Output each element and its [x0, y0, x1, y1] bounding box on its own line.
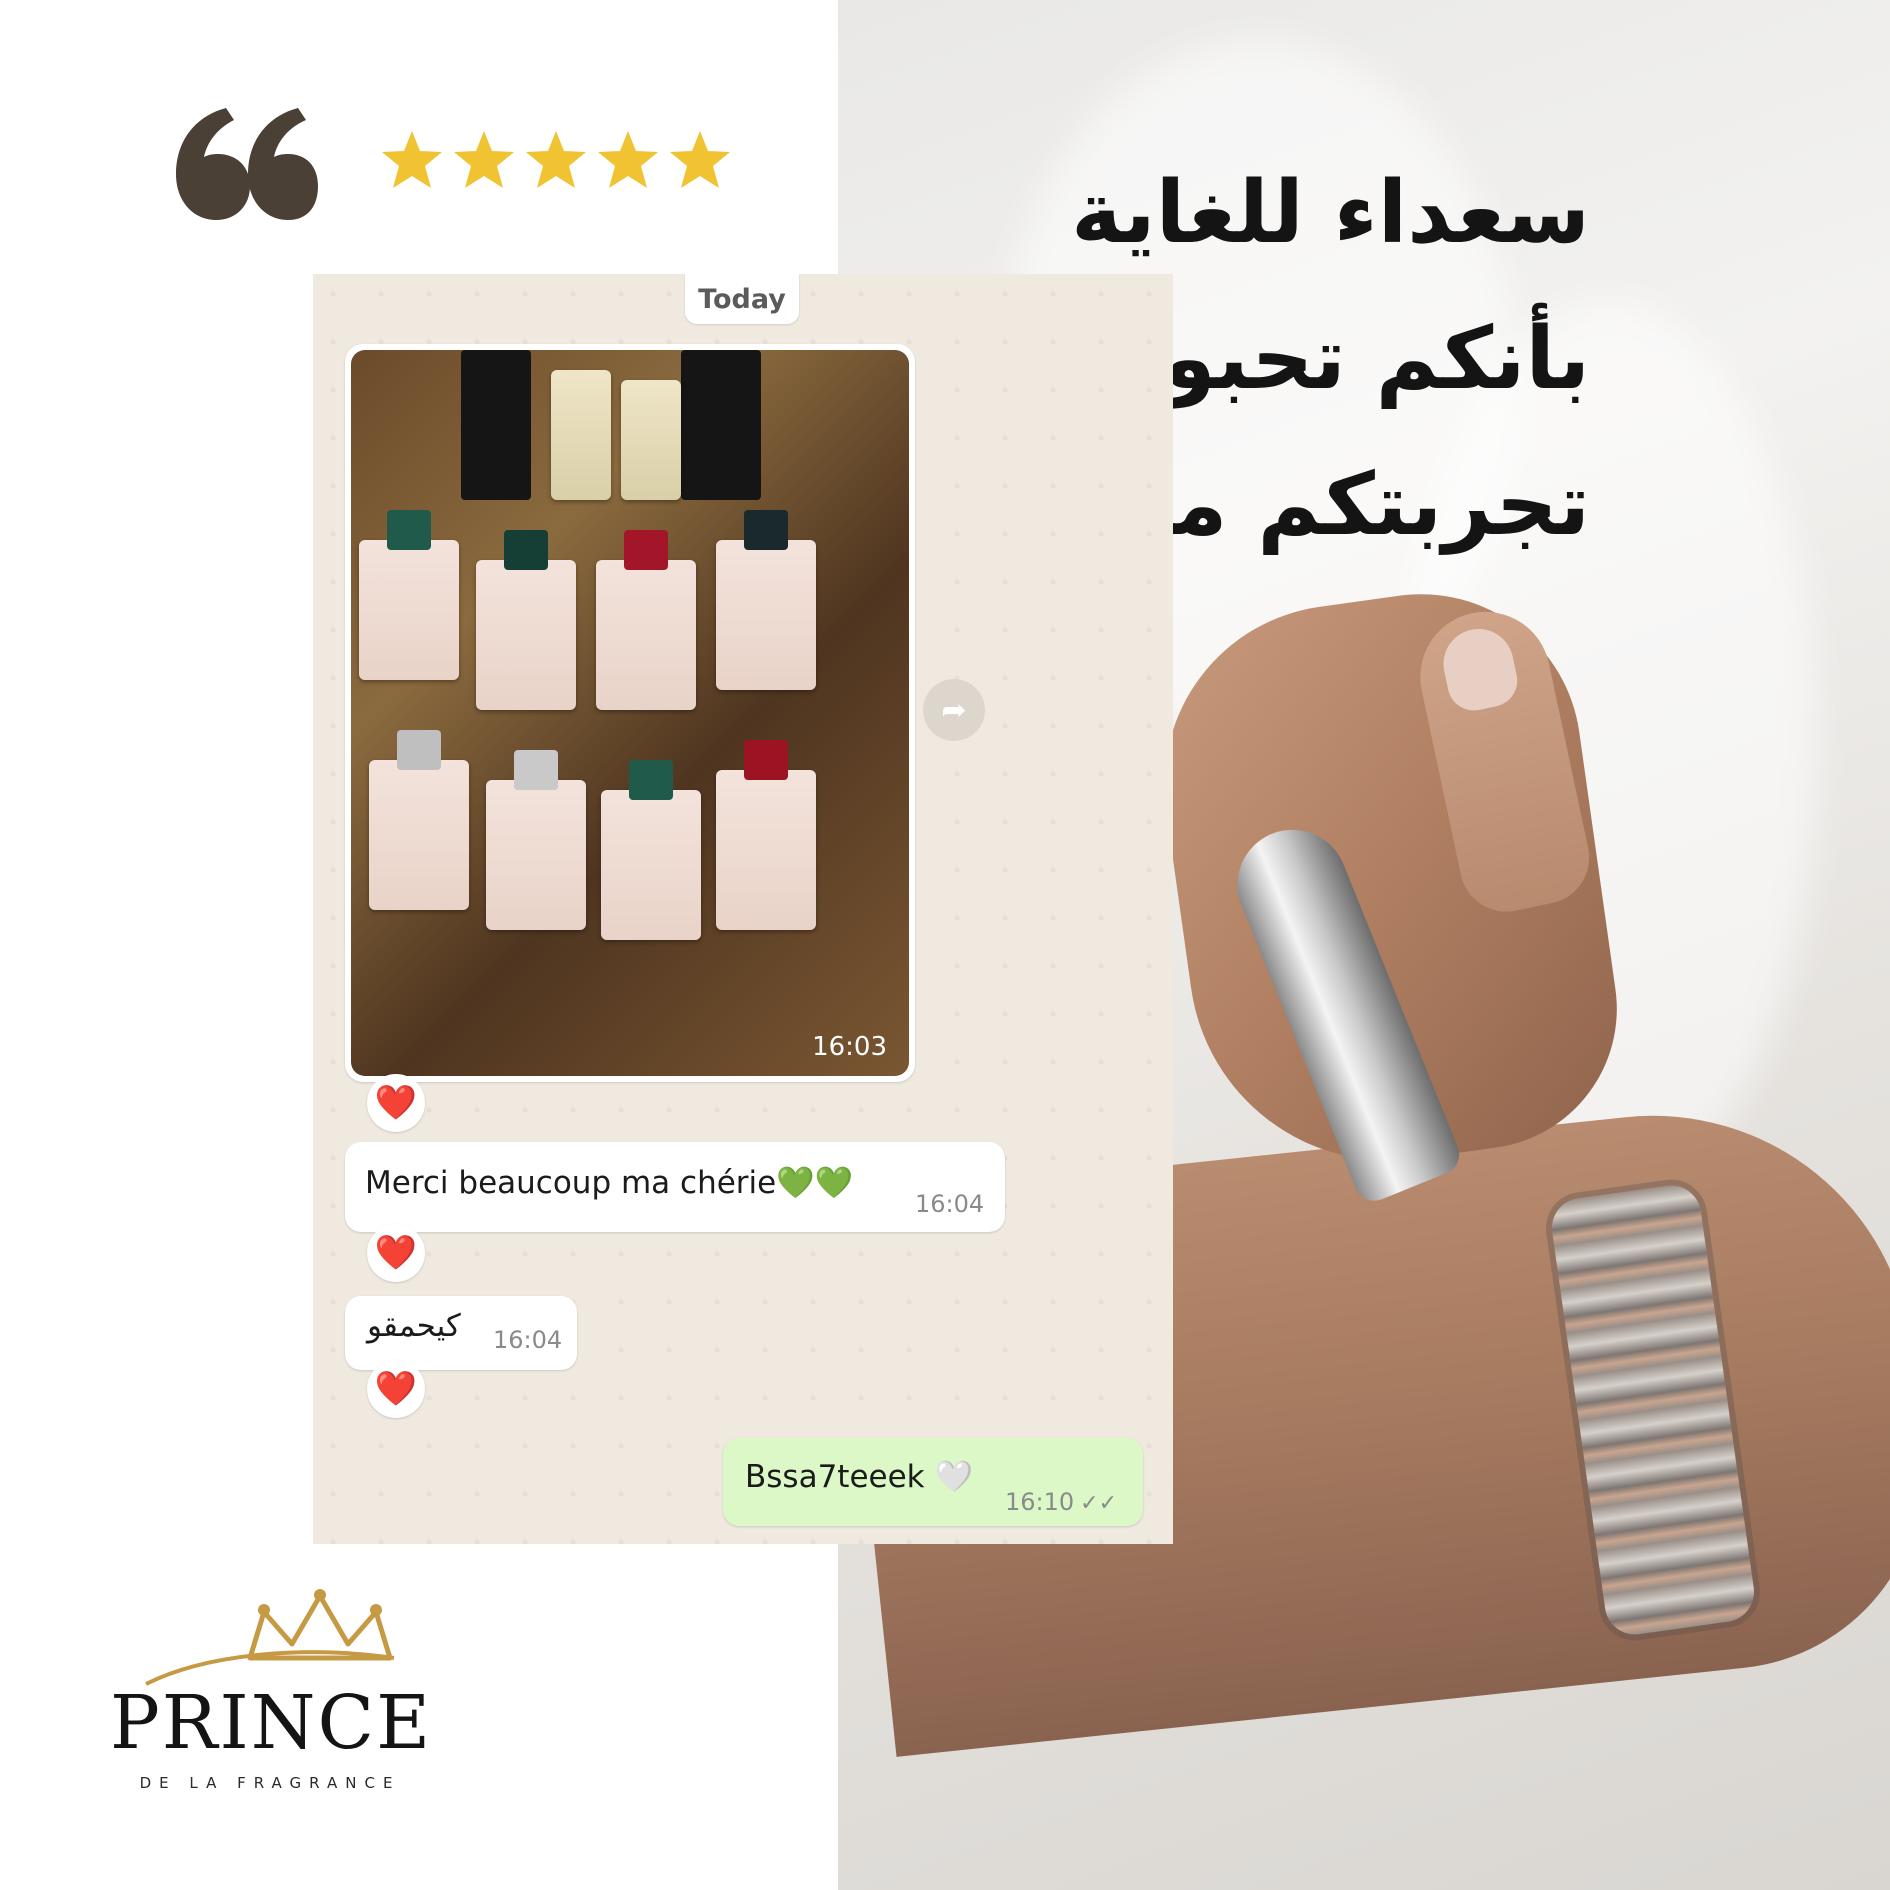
heart-reaction[interactable]: ❤️: [367, 1074, 425, 1132]
star-icon: [598, 131, 658, 188]
forward-button[interactable]: ➦: [923, 679, 985, 741]
perfume-photo[interactable]: 16:03: [351, 350, 909, 1076]
sample-bottle: [551, 370, 611, 500]
perfume-bottle: [596, 530, 696, 710]
perfume-bottle: [716, 740, 816, 930]
message-time: 16:10 ✓✓: [1005, 1488, 1117, 1516]
brand-logo: PRINCE DE LA FRAGRANCE: [110, 1588, 430, 1808]
message-time-value: 16:10: [1005, 1488, 1075, 1516]
message-time: 16:04: [915, 1190, 985, 1218]
logo-wordmark: PRINCE: [110, 1680, 433, 1766]
star-icon: [670, 131, 730, 188]
image-message[interactable]: 16:03: [345, 344, 915, 1082]
quote-icon: [176, 108, 318, 220]
product-box: [681, 350, 761, 500]
headline-line-1: سعداء للغاية: [1071, 163, 1590, 263]
perfume-bottle: [601, 760, 701, 940]
message-bubble[interactable]: Merci beaucoup ma chérie💚💚 16:04: [345, 1142, 1005, 1232]
date-chip: Today: [685, 274, 799, 324]
message-text: Merci beaucoup ma chérie💚💚: [365, 1165, 854, 1201]
star-icon: [382, 131, 442, 188]
message-text: كيحمقو: [367, 1308, 461, 1344]
message-text: Bssa7teeek 🤍: [745, 1459, 974, 1495]
forward-arrow-icon: ➦: [941, 692, 967, 728]
sample-bottle: [621, 380, 681, 500]
read-ticks-icon: ✓✓: [1080, 1491, 1118, 1516]
product-box: [461, 350, 531, 500]
heart-reaction[interactable]: ❤️: [367, 1224, 425, 1282]
heart-reaction[interactable]: ❤️: [367, 1360, 425, 1418]
message-bubble[interactable]: كيحمقو 16:04: [345, 1296, 577, 1370]
perfume-bottle: [359, 510, 459, 680]
star-icon: [526, 131, 586, 188]
perfume-bottle: [486, 750, 586, 930]
perfume-bottle: [476, 530, 576, 710]
perfume-bottle: [716, 510, 816, 690]
perfume-bottle: [369, 730, 469, 910]
star-icon: [454, 131, 514, 188]
message-bubble-outgoing[interactable]: Bssa7teeek 🤍 16:10 ✓✓: [723, 1438, 1143, 1526]
chat-screenshot: Today 16:03 ➦ ❤️ Merci beaucoup ma chéri…: [313, 274, 1173, 1544]
message-time: 16:04: [493, 1326, 563, 1354]
rating-stars: [380, 128, 732, 192]
logo-subtitle: DE LA FRAGRANCE: [139, 1774, 401, 1792]
image-timestamp: 16:03: [812, 1032, 887, 1062]
